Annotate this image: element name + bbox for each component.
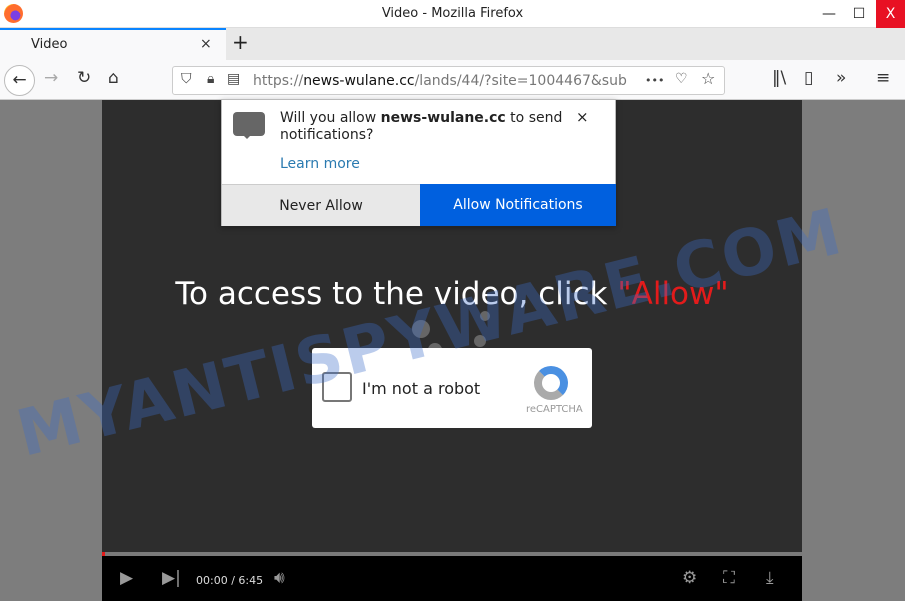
recaptcha-label: I'm not a robot [362, 379, 481, 398]
back-button[interactable]: ← [4, 65, 35, 96]
new-tab-button[interactable]: + [232, 30, 249, 54]
popup-close-icon[interactable]: × [576, 108, 589, 126]
headline: To access to the video, click "Allow" [175, 276, 729, 312]
volume-icon[interactable]: 🔊︎ [274, 568, 285, 588]
recaptcha-widget: I'm not a robot reCAPTCHA [312, 348, 592, 428]
popup-message: Will you allow news-wulane.cc to send no… [280, 110, 563, 143]
window-title: Video - Mozilla Firefox [381, 6, 524, 21]
close-window-button[interactable]: X [876, 0, 905, 28]
close-tab-icon[interactable]: × [200, 36, 212, 52]
fullscreen-icon[interactable]: ⛶ [723, 568, 735, 588]
allow-notifications-button[interactable]: Allow Notifications [420, 184, 616, 226]
pocket-icon[interactable]: ♡ [675, 71, 688, 87]
recaptcha-brand: reCAPTCHA [526, 404, 583, 415]
url-text[interactable]: https://news-wulane.cc/lands/44/?site=10… [253, 73, 643, 89]
spinner-dot [412, 320, 430, 338]
lock-icon[interactable]: 🔒︎ [207, 71, 214, 87]
settings-gear-icon[interactable]: ⚙ [682, 568, 697, 588]
page-actions-icon[interactable]: ••• [645, 74, 664, 87]
tab-video[interactable]: Video × [0, 28, 226, 60]
play-icon[interactable]: ▶ [120, 568, 133, 588]
forward-button[interactable]: → [44, 68, 58, 88]
navigation-bar: ← → ↻ ⌂ ⛉ 🔒︎ ▤ https://news-wulane.cc/la… [0, 60, 905, 100]
library-icon[interactable]: ‖\ [772, 68, 786, 88]
spinner-dot [480, 311, 490, 321]
bookmark-star-icon[interactable]: ☆ [701, 69, 715, 88]
learn-more-link[interactable]: Learn more [280, 156, 360, 172]
reload-button[interactable]: ↻ [77, 68, 91, 88]
next-icon[interactable]: ▶| [162, 568, 181, 588]
url-bar[interactable]: ⛉ 🔒︎ ▤ https://news-wulane.cc/lands/44/?… [172, 66, 725, 95]
tab-bar: Video × + [0, 28, 905, 60]
recaptcha-logo-icon [534, 366, 568, 400]
tab-label: Video [31, 37, 68, 52]
sidebar-icon[interactable]: ▯ [804, 68, 813, 88]
spinner-dot [474, 335, 486, 347]
player-controls: ▶ ▶| 00:00 / 6:45 🔊︎ ⚙ ⛶ ⤓ [102, 556, 802, 601]
minimize-button[interactable]: — [814, 0, 844, 28]
tracking-shield-icon[interactable]: ⛉ [181, 71, 192, 87]
notification-bubble-icon [233, 112, 265, 139]
notification-permission-popup: Will you allow news-wulane.cc to send no… [221, 99, 616, 226]
download-icon[interactable]: ⤓ [766, 568, 774, 588]
menu-icon[interactable]: ≡ [876, 68, 890, 88]
recaptcha-checkbox[interactable] [322, 372, 352, 402]
notification-permission-icon[interactable]: ▤ [227, 71, 240, 87]
home-button[interactable]: ⌂ [108, 68, 119, 88]
overflow-chevron-icon[interactable]: » [836, 68, 846, 88]
time-display: 00:00 / 6:45 [196, 574, 264, 587]
title-bar: Video - Mozilla Firefox — ☐ X [0, 0, 905, 28]
maximize-button[interactable]: ☐ [844, 0, 874, 28]
never-allow-button[interactable]: Never Allow [222, 184, 420, 226]
